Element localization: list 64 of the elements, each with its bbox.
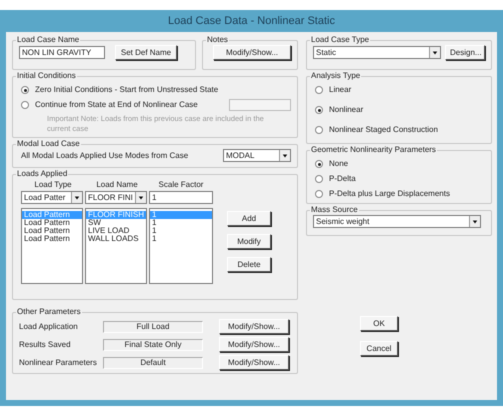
- button[interactable]: Set Def Name: [115, 45, 177, 60]
- radio-button[interactable]: [21, 86, 29, 94]
- parameter-label: Load Application: [19, 322, 79, 330]
- radio-button[interactable]: [315, 175, 323, 183]
- value-display: Full Load: [103, 320, 203, 332]
- radio-button[interactable]: [315, 86, 323, 94]
- button[interactable]: Modify/Show...: [219, 337, 289, 352]
- radio-button[interactable]: [315, 190, 323, 198]
- button[interactable]: Modify: [227, 234, 271, 249]
- list-item[interactable]: WALL LOADS: [86, 235, 146, 243]
- group-label: Other Parameters: [17, 307, 81, 316]
- radio-button[interactable]: [21, 101, 29, 109]
- radio-label: Linear: [329, 86, 352, 94]
- scale-field[interactable]: 1: [149, 191, 213, 204]
- radio-label: None: [329, 160, 348, 168]
- group-label: Load Case Name: [17, 35, 80, 44]
- radio-button[interactable]: [315, 160, 323, 168]
- value-display: Default: [103, 356, 203, 368]
- list-item[interactable]: SW: [86, 219, 146, 227]
- list-item[interactable]: Load Pattern: [22, 235, 82, 243]
- name-dropdown[interactable]: FLOOR FINI: [85, 191, 147, 204]
- group-label: Analysis Type: [311, 71, 360, 80]
- column-header: Scale Factor: [158, 181, 204, 189]
- window-title: Load Case Data - Nonlinear Static: [168, 14, 335, 29]
- dropdown[interactable]: Static: [313, 46, 441, 59]
- column-header: Load Name: [95, 181, 139, 189]
- radio-button[interactable]: [315, 126, 323, 134]
- button[interactable]: Modify/Show...: [219, 355, 289, 370]
- button[interactable]: Cancel: [360, 341, 398, 356]
- radio-button[interactable]: [315, 106, 323, 114]
- radio-label: Nonlinear: [329, 106, 364, 114]
- parameter-label: Results Saved: [19, 340, 72, 348]
- list-item[interactable]: Load Pattern: [22, 219, 82, 227]
- list-item[interactable]: Load Pattern: [22, 227, 82, 235]
- list-item[interactable]: 1: [150, 235, 212, 243]
- list-item[interactable]: LIVE LOAD: [86, 227, 146, 235]
- dropdown[interactable]: Seismic weight: [313, 215, 481, 228]
- value-display: Final State Only: [103, 338, 203, 350]
- group-label: Initial Conditions: [17, 71, 76, 80]
- column-header: Load Type: [33, 181, 73, 189]
- radio-label: P-Delta: [329, 175, 356, 183]
- button[interactable]: Delete: [227, 257, 271, 272]
- group-label: Notes: [207, 35, 228, 44]
- modal-label: All Modal Loads Applied Use Modes from Case: [21, 152, 188, 160]
- radio-label: P-Delta plus Large Displacements: [329, 190, 450, 198]
- button[interactable]: Modify/Show...: [213, 45, 291, 60]
- group-label: Mass Source: [311, 205, 358, 214]
- type-dropdown[interactable]: Load Patter: [21, 191, 83, 204]
- group-label: Modal Load Case: [17, 139, 80, 148]
- radio-label: Nonlinear Staged Construction: [329, 126, 438, 134]
- radio-label: Continue from State at End of Nonlinear Case: [35, 101, 198, 109]
- parameter-label: Nonlinear Parameters: [19, 358, 98, 366]
- button[interactable]: Add: [227, 211, 271, 226]
- list-item[interactable]: 1: [150, 219, 212, 227]
- group-label: Load Case Type: [311, 35, 370, 44]
- group-label: Loads Applied: [17, 169, 68, 178]
- radio-label: Zero Initial Conditions - Start from Unstressed State: [35, 86, 218, 94]
- button[interactable]: OK: [360, 316, 398, 331]
- name-field[interactable]: NON LIN GRAVITY: [19, 46, 105, 59]
- button[interactable]: Modify/Show...: [219, 319, 289, 334]
- button[interactable]: Design...: [445, 45, 485, 60]
- list-item[interactable]: 1: [150, 227, 212, 235]
- group-label: Geometric Nonlinearity Parameters: [311, 145, 436, 154]
- dropdown[interactable]: MODAL: [223, 149, 291, 162]
